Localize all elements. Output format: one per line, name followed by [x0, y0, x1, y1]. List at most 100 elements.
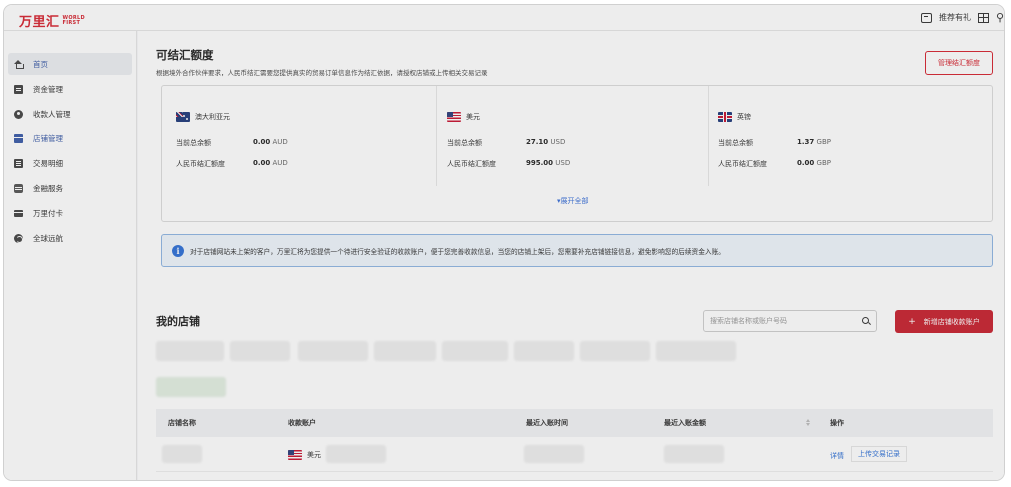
blurred-last-amount	[664, 445, 724, 463]
blurred-store-tab[interactable]	[298, 341, 368, 361]
blurred-store-name	[162, 445, 202, 463]
blurred-store-tab[interactable]	[230, 341, 290, 361]
sidebar-item-global[interactable]: 全球远航	[8, 227, 132, 249]
brand-name-en-line2: FIRST	[62, 19, 81, 26]
globe-icon	[14, 233, 23, 243]
currency-header: 英镑	[718, 112, 751, 122]
info-icon: i	[172, 244, 184, 257]
column-header-account: 收款账户	[288, 419, 316, 427]
column-header-last-time: 最近入账时间	[526, 419, 568, 427]
settlement-subtitle: 根据境外合作伙伴要求，人民币结汇需要您提供真实的贸易订单信息作为结汇依据，请授权…	[156, 69, 488, 77]
quota-label: 人民币结汇额度	[176, 160, 225, 168]
currency-column-usd: 美元 当前总余额 27.10 USD 人民币结汇额度 995.00 USD	[436, 86, 708, 186]
sidebar-item-stores[interactable]: 店铺管理	[8, 127, 132, 149]
currency-column-gbp: 英镑 当前总余额 1.37 GBP 人民币结汇额度 0.00 GBP	[708, 86, 988, 186]
store-icon	[14, 133, 23, 143]
sidebar-item-label: 交易明细	[33, 158, 63, 168]
sidebar-item-funds[interactable]: 资金管理	[8, 78, 132, 100]
finance-icon	[14, 183, 23, 193]
sidebar-item-label: 资金管理	[33, 84, 63, 94]
sidebar-item-label: 全球远航	[33, 233, 63, 243]
sidebar-item-finance[interactable]: 金融服务	[8, 177, 132, 199]
sidebar-item-transactions[interactable]: 交易明细	[8, 152, 132, 174]
quota-label: 人民币结汇额度	[718, 160, 767, 168]
blurred-store-tab[interactable]	[514, 341, 574, 361]
currency-header: 美元	[447, 112, 480, 122]
search-icon[interactable]	[862, 317, 869, 324]
blurred-account-number	[326, 445, 386, 463]
balance-value: 1.37 GBP	[797, 138, 831, 146]
row-account: 美元	[288, 450, 321, 460]
au-flag-icon	[176, 112, 190, 122]
blurred-store-tab[interactable]	[156, 341, 224, 361]
settlement-title: 可结汇额度	[156, 48, 214, 62]
sidebar-item-label: 收款人管理	[33, 109, 71, 119]
store-search-input[interactable]	[704, 311, 849, 331]
currency-header: 澳大利亚元	[176, 112, 230, 122]
card-icon	[14, 210, 23, 217]
plus-icon: +	[908, 316, 916, 327]
add-store-account-label: 新增店铺收款账户	[923, 317, 980, 326]
brand-name-en: WORLD FIRST	[62, 15, 85, 26]
top-search-icon[interactable]: ⚲	[996, 11, 1004, 24]
balance-label: 当前总余额	[447, 139, 482, 147]
sort-icon[interactable]	[806, 419, 811, 427]
wallet-icon	[14, 84, 23, 94]
gift-box-icon[interactable]	[978, 12, 989, 23]
brand-logo[interactable]: 万里汇 WORLD FIRST	[19, 11, 85, 30]
main-content: 可结汇额度 根据境外合作伙伴要求，人民币结汇需要您提供真实的贸易订单信息作为结汇…	[138, 31, 1004, 480]
stores-table-header: 店铺名称 收款账户 最近入账时间 最近入账金额 操作	[156, 409, 993, 437]
balance-card: 澳大利亚元 当前总余额 0.00 AUD 人民币结汇额度 0.00 AUD 美元…	[161, 85, 993, 222]
column-header-actions: 操作	[830, 419, 844, 427]
manage-quota-button[interactable]: 管理结汇额度	[925, 51, 993, 75]
balance-value: 27.10 USD	[526, 138, 566, 146]
column-header-store: 店铺名称	[168, 419, 196, 427]
notice-text: 对于店铺网站未上架的客户，万里汇将为您提供一个待进行安全验证的收款账户，便于您完…	[190, 247, 725, 256]
sidebar-item-label: 万里付卡	[33, 208, 63, 218]
info-notice: i 对于店铺网站未上架的客户，万里汇将为您提供一个待进行安全验证的收款账户，便于…	[161, 234, 993, 267]
blurred-last-time	[524, 445, 584, 463]
sidebar-item-label: 店铺管理	[33, 133, 63, 143]
quota-value: 0.00 AUD	[253, 159, 288, 167]
currency-column-aud: 澳大利亚元 当前总余额 0.00 AUD 人民币结汇额度 0.00 AUD	[176, 86, 436, 186]
sidebar-item-home[interactable]: 首页	[8, 53, 132, 75]
referral-link[interactable]: 推荐有礼	[939, 12, 971, 23]
balance-label: 当前总余额	[176, 139, 211, 147]
sidebar-item-label: 首页	[33, 59, 48, 69]
brand-name-cn: 万里汇	[19, 15, 60, 30]
sidebar: 首页 资金管理 收款人管理 店铺管理 交易明细 金融服务 万里付卡 全球远航	[4, 31, 137, 480]
blurred-store-tab-selected[interactable]	[156, 377, 226, 397]
blurred-store-tab[interactable]	[656, 341, 736, 361]
sidebar-item-label: 金融服务	[33, 183, 63, 193]
blurred-store-tab[interactable]	[442, 341, 508, 361]
expand-all-link[interactable]: ▾展开全部	[557, 196, 589, 206]
detail-link[interactable]: 详情	[830, 451, 844, 461]
blurred-store-tab[interactable]	[374, 341, 436, 361]
app-window: 万里汇 WORLD FIRST 推荐有礼 ⚲ 首页 资金管理 收款人管理 店铺管…	[4, 5, 1004, 480]
list-icon	[14, 158, 23, 168]
quota-value: 0.00 GBP	[797, 159, 831, 167]
home-icon	[14, 59, 24, 69]
upload-records-link[interactable]: 上传交易记录	[851, 446, 907, 462]
quota-label: 人民币结汇额度	[447, 160, 496, 168]
gb-flag-icon	[718, 112, 732, 122]
currency-name: 英镑	[737, 113, 751, 121]
user-icon	[14, 109, 23, 119]
us-flag-icon	[447, 112, 461, 122]
currency-name: 美元	[466, 113, 480, 121]
stores-title: 我的店铺	[156, 315, 200, 328]
store-search-box	[703, 310, 877, 332]
sidebar-item-card[interactable]: 万里付卡	[8, 202, 132, 224]
quota-value: 995.00 USD	[526, 159, 571, 167]
balance-label: 当前总余额	[718, 139, 753, 147]
top-bar: 万里汇 WORLD FIRST 推荐有礼 ⚲	[4, 5, 1004, 31]
table-row: 美元 详情 上传交易记录	[156, 438, 993, 472]
referral-gift-icon[interactable]	[921, 12, 932, 23]
sidebar-item-payees[interactable]: 收款人管理	[8, 103, 132, 125]
blurred-store-tab[interactable]	[580, 341, 650, 361]
us-flag-icon	[288, 450, 302, 460]
row-account-currency: 美元	[307, 451, 321, 459]
top-right-actions: 推荐有礼 ⚲	[921, 11, 1004, 24]
column-header-last-amount: 最近入账金额	[664, 419, 706, 427]
add-store-account-button[interactable]: + 新增店铺收款账户	[895, 310, 993, 333]
